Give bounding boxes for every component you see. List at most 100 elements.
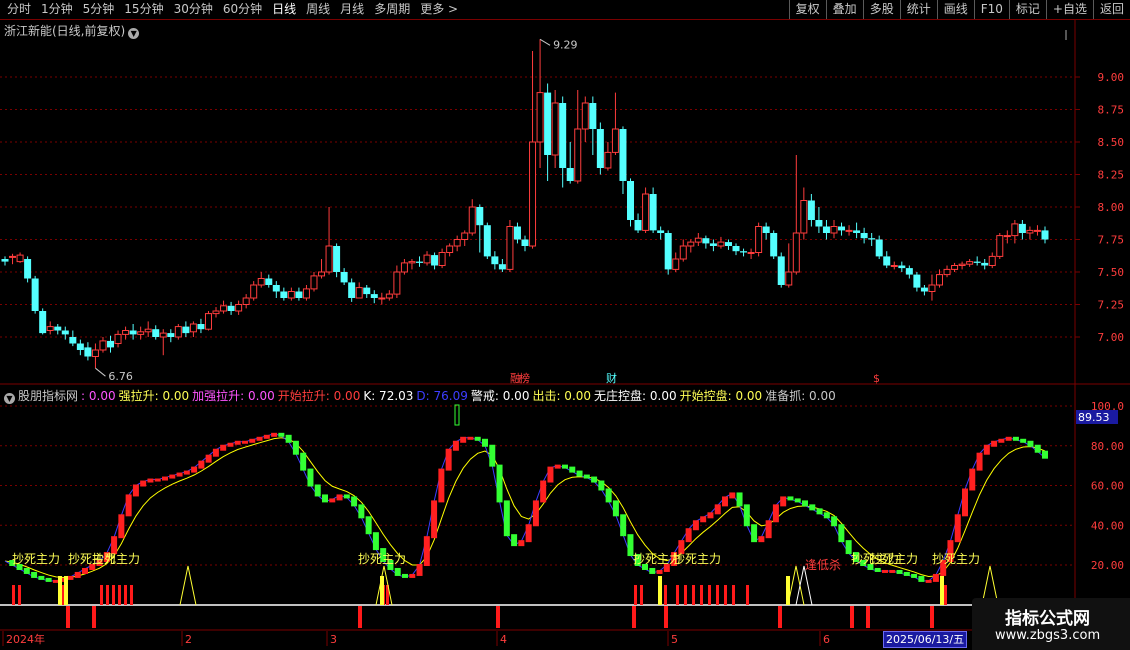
k-segment [227,442,234,447]
candle-body [212,310,220,315]
k-segment [794,498,801,503]
k-segment [118,514,125,539]
candle-body [1011,223,1019,237]
signal-label: 抄死主力 [673,552,721,566]
signal-bar-down [866,606,870,628]
k-segment [562,464,568,469]
candle-body [408,261,416,264]
k-segment [82,567,88,574]
k-segment [212,448,219,457]
candle-body [815,220,823,227]
candle-body [740,251,748,253]
candle-body [114,333,122,344]
signal-bar-down [632,606,636,628]
candle-body [845,229,853,232]
candle-body [928,284,936,292]
candle-body [657,230,665,233]
signal-bar-down [358,606,362,628]
k-segment [1027,440,1034,447]
indicator-d: D: 76.09 [416,389,468,403]
k-segment [569,466,576,473]
candle-body [634,220,642,231]
candle-body [1033,229,1041,232]
chevron-down-icon[interactable]: ▼ [128,28,140,39]
stock-title[interactable]: 浙江新能(日线,前复权) ▼ [4,22,140,39]
candle-body [174,326,182,338]
k-segment [583,474,590,479]
indicator-ksls: 开始拉升: 0.00 [277,389,361,403]
price-label: 8.00 [1098,201,1125,214]
k-segment [67,575,74,580]
k-segment [889,569,896,573]
indicator-kskp: 开始控盘: 0.00 [679,389,763,403]
indicator-panel: 100.080.0060.0040.0020.0089.53抄死主力 抄死主力抄死… [0,400,1124,628]
candle-body [159,332,167,338]
candle-body [24,259,32,279]
date-label: 5 [671,633,678,646]
candle-body [235,304,243,312]
signal-bar-down [930,606,934,628]
candle-body [521,239,529,246]
candle-body [46,326,54,332]
indicator-name: 股朋指标网 [18,389,79,403]
high-label: 9.29 [553,38,578,51]
candle-body [272,285,280,292]
indicator-jqls: 加强拉升: 0.00 [192,389,275,403]
signal-bar-up [732,585,735,605]
candle-body [438,252,446,266]
k-segment [198,460,205,469]
candle-body [220,305,228,312]
signal-bar-down [850,606,854,628]
chevron-down-icon[interactable]: ▼ [4,393,15,404]
candle-body [400,262,408,273]
k-segment [736,492,743,507]
stock-title-text: 浙江新能(日线,前复权) [4,24,126,38]
k-segment [220,444,227,451]
candle-body [355,287,363,299]
event-marker: 榜 [519,371,530,385]
indicator-zbz: 准备抓: 0.00 [765,389,836,403]
k-segment [365,516,372,535]
k-segment [1020,438,1027,443]
indicator-title[interactable]: ▼ 股朋指标网: 0.00 强拉升: 0.00 加强拉升: 0.00 开始拉升: 0.0… [4,387,839,404]
candle-body [830,226,838,234]
k-segment [431,500,438,539]
watermark-name: 指标公式网 [1005,609,1090,629]
candle-body [39,311,47,334]
k-segment [132,484,139,497]
k-segment [394,567,401,576]
candle-body [642,193,650,231]
signal-bar-up [130,585,133,605]
candle-body [31,278,39,311]
k-segment [692,520,699,531]
k-segment [802,500,808,507]
stock-chart[interactable]: 9.296.76 融榜财 $ 9.008.758.508.258.007.757.5… [0,0,1130,650]
candle-body [129,330,137,335]
k-segment [474,436,481,441]
k-segment [125,494,132,517]
signal-bar-yellow [940,576,944,605]
candle-body [318,271,326,277]
k-segment [300,452,307,471]
k-segment [903,571,910,576]
k-segment [31,571,38,578]
k-segment [402,573,408,578]
k-segment [787,496,794,501]
signal-bar-up [640,585,643,605]
k-segment [685,528,692,543]
k-segment [503,500,510,537]
k-segment [1005,436,1012,441]
indicator-jj: 警戒: 0.00 [470,389,530,403]
candle-body [1003,235,1011,238]
k-segment [962,488,968,517]
signal-bar-yellow [64,576,68,605]
event-marker: 财 [606,371,617,385]
price-label: 8.25 [1098,169,1125,182]
candle-body [996,235,1004,257]
k-segment [605,488,612,503]
candle-body [189,323,197,333]
ind-axis-label: 40.00 [1091,519,1124,532]
signal-bar-up [708,585,711,605]
k-segment [256,436,263,441]
candle-body [596,129,604,168]
